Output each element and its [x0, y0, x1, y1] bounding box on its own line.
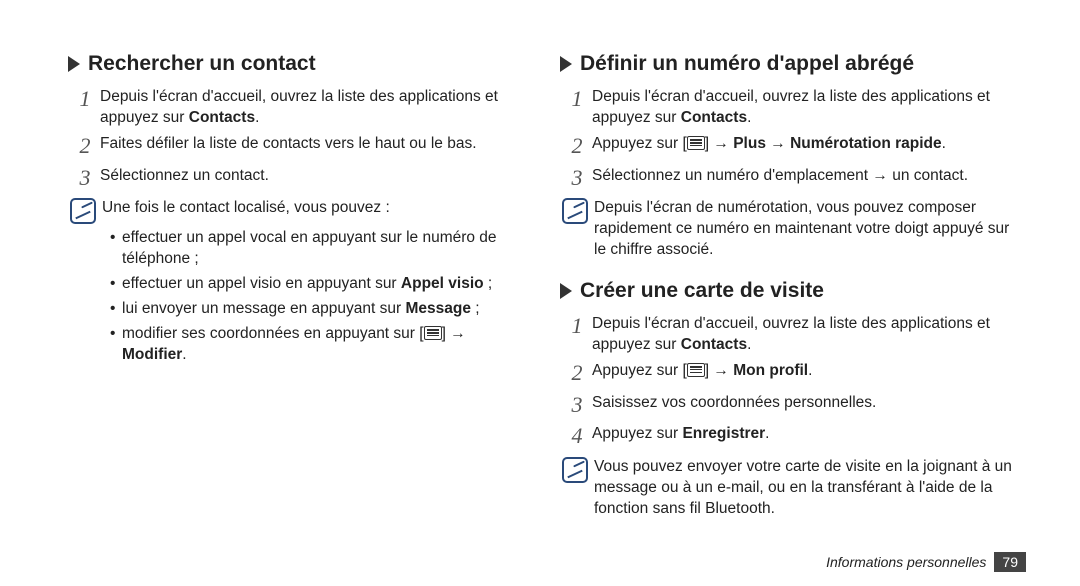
- step-body: Depuis l'écran d'accueil, ouvrez la list…: [100, 84, 520, 129]
- chevron-icon: [560, 56, 572, 72]
- document-page: Rechercher un contact 1 Depuis l'écran d…: [0, 0, 1080, 546]
- left-column: Rechercher un contact 1 Depuis l'écran d…: [68, 48, 520, 522]
- step-body: Saisissez vos coordonnées personnelles.: [592, 390, 876, 414]
- heading-search-contact: Rechercher un contact: [68, 52, 520, 76]
- right-column: Définir un numéro d'appel abrégé 1 Depui…: [560, 48, 1012, 522]
- step-number: 3: [566, 390, 588, 420]
- step-body: Depuis l'écran d'accueil, ouvrez la list…: [592, 84, 1012, 129]
- chevron-icon: [68, 56, 80, 72]
- step-number: 1: [566, 84, 588, 114]
- note-block: Une fois le contact localisé, vous pouve…: [70, 198, 520, 224]
- menu-icon: [687, 363, 705, 377]
- bullet-list: effectuer un appel vocal en appuyant sur…: [110, 228, 520, 366]
- step-3: 3 Saisissez vos coordonnées personnelles…: [566, 390, 1012, 420]
- step-number: 3: [74, 163, 96, 193]
- step-body: Sélectionnez un contact.: [100, 163, 269, 187]
- bullet-item: effectuer un appel visio en appuyant sur…: [110, 274, 520, 295]
- bullet-item: modifier ses coordonnées en appuyant sur…: [110, 324, 520, 366]
- menu-icon: [424, 326, 442, 340]
- step-1: 1 Depuis l'écran d'accueil, ouvrez la li…: [566, 311, 1012, 356]
- step-4: 4 Appuyez sur Enregistrer.: [566, 421, 1012, 451]
- step-2: 2 Appuyez sur [] → Plus → Numérotation r…: [566, 131, 1012, 161]
- bullet-item: effectuer un appel vocal en appuyant sur…: [110, 228, 520, 270]
- step-number: 2: [74, 131, 96, 161]
- note-icon: [70, 198, 96, 224]
- heading-text: Rechercher un contact: [88, 52, 316, 76]
- page-number: 79: [994, 552, 1026, 572]
- note-text: Vous pouvez envoyer votre carte de visit…: [594, 457, 1012, 520]
- page-footer: Informations personnelles 79: [826, 552, 1026, 572]
- note-text: Depuis l'écran de numérotation, vous pou…: [594, 198, 1012, 261]
- heading-text: Définir un numéro d'appel abrégé: [580, 52, 914, 76]
- step-body: Depuis l'écran d'accueil, ouvrez la list…: [592, 311, 1012, 356]
- step-3: 3 Sélectionnez un contact.: [74, 163, 520, 193]
- note-block: Depuis l'écran de numérotation, vous pou…: [562, 198, 1012, 261]
- step-body: Sélectionnez un numéro d'emplacement → u…: [592, 163, 968, 187]
- note-block: Vous pouvez envoyer votre carte de visit…: [562, 457, 1012, 520]
- step-number: 2: [566, 358, 588, 388]
- note-text: Une fois le contact localisé, vous pouve…: [102, 198, 390, 219]
- step-3: 3 Sélectionnez un numéro d'emplacement →…: [566, 163, 1012, 193]
- note-icon: [562, 198, 588, 224]
- step-body: Faites défiler la liste de contacts vers…: [100, 131, 477, 155]
- menu-icon: [687, 136, 705, 150]
- step-number: 2: [566, 131, 588, 161]
- heading-text: Créer une carte de visite: [580, 279, 824, 303]
- bullet-item: lui envoyer un message en appuyant sur M…: [110, 299, 520, 320]
- heading-business-card: Créer une carte de visite: [560, 279, 1012, 303]
- step-body: Appuyez sur [] → Mon profil.: [592, 358, 812, 382]
- step-2: 2 Faites défiler la liste de contacts ve…: [74, 131, 520, 161]
- note-icon: [562, 457, 588, 483]
- step-2: 2 Appuyez sur [] → Mon profil.: [566, 358, 1012, 388]
- heading-speed-dial: Définir un numéro d'appel abrégé: [560, 52, 1012, 76]
- chevron-icon: [560, 283, 572, 299]
- step-number: 1: [566, 311, 588, 341]
- step-number: 3: [566, 163, 588, 193]
- footer-label: Informations personnelles: [826, 554, 986, 570]
- step-1: 1 Depuis l'écran d'accueil, ouvrez la li…: [566, 84, 1012, 129]
- step-1: 1 Depuis l'écran d'accueil, ouvrez la li…: [74, 84, 520, 129]
- step-body: Appuyez sur Enregistrer.: [592, 421, 769, 445]
- step-body: Appuyez sur [] → Plus → Numérotation rap…: [592, 131, 946, 155]
- step-number: 4: [566, 421, 588, 451]
- step-number: 1: [74, 84, 96, 114]
